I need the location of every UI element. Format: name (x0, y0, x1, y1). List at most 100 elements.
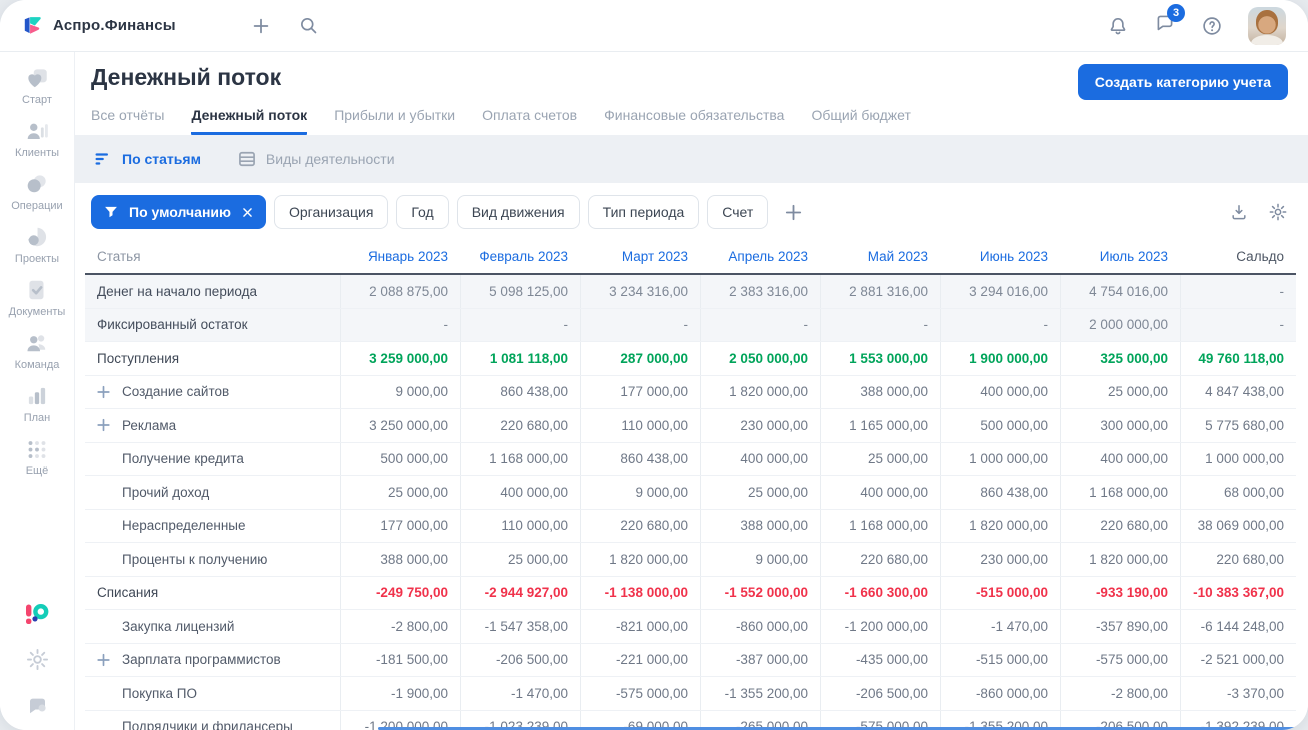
value-cell: -2 800,00 (340, 610, 460, 643)
sidebar-item-label: Проекты (14, 253, 60, 265)
value-cell: -821 000,00 (580, 610, 700, 643)
saldo-cell: 4 847 438,00 (1180, 375, 1296, 408)
table-actions (1229, 202, 1288, 222)
aspro-logo-icon[interactable] (24, 602, 50, 626)
search-icon[interactable] (298, 15, 319, 36)
user-avatar[interactable] (1248, 6, 1286, 45)
row-label-cell[interactable]: Зарплата программистов (85, 644, 340, 677)
value-cell: 230 000,00 (700, 409, 820, 442)
value-cell: 1 820 000,00 (1060, 543, 1180, 576)
create-plus-icon[interactable] (250, 15, 272, 37)
column-header-month[interactable]: Март 2023 (580, 240, 700, 273)
value-cell: 1 168 000,00 (820, 509, 940, 542)
row-label-cell[interactable]: Реклама (85, 409, 340, 442)
filter-chip-3[interactable]: Вид движения (456, 195, 580, 229)
report-tab-3[interactable]: Прибыли и убытки (334, 107, 455, 135)
row-label-cell[interactable]: Покупка ПО (85, 677, 340, 710)
row-label-cell[interactable]: Подрядчики и фрилансеры (85, 711, 340, 730)
column-header-month[interactable]: Июль 2023 (1060, 240, 1180, 273)
value-cell: -249 750,00 (340, 576, 460, 609)
expand-plus-icon[interactable] (97, 653, 110, 666)
view-tab-2[interactable]: Виды деятельности (237, 149, 395, 169)
row-label-cell[interactable]: Проценты к получению (85, 543, 340, 576)
sidebar-item-8[interactable]: Ещё (24, 436, 50, 477)
sidebar-item-1[interactable]: Старт (22, 65, 52, 106)
saldo-cell: 5 775 680,00 (1180, 409, 1296, 442)
start-icon (24, 65, 50, 91)
value-cell: 220 680,00 (820, 543, 940, 576)
column-header-article: Статья (97, 249, 141, 264)
app-window: Аспро.Финансы 3 Старт Клиенты Операции П… (0, 0, 1308, 730)
column-header-month[interactable]: Май 2023 (820, 240, 940, 273)
report-tab-6[interactable]: Общий бюджет (811, 107, 910, 135)
sidebar-item-label: Старт (22, 94, 52, 106)
value-cell: -1 900,00 (340, 677, 460, 710)
saldo-cell: 220 680,00 (1180, 543, 1296, 576)
column-header-month[interactable]: Апрель 2023 (700, 240, 820, 273)
report-tab-1[interactable]: Все отчёты (91, 107, 164, 135)
report-tab-4[interactable]: Оплата счетов (482, 107, 577, 135)
filter-chip-4[interactable]: Тип периода (587, 195, 700, 229)
value-cell: -221 000,00 (580, 643, 700, 676)
sidebar-item-2[interactable]: Клиенты (15, 118, 59, 159)
close-icon[interactable] (241, 206, 254, 219)
row-label-cell[interactable]: Нераспределенные (85, 510, 340, 543)
create-category-button[interactable]: Создать категорию учета (1077, 64, 1288, 100)
view-tab-label: По статьям (122, 151, 201, 167)
app-logo[interactable]: Аспро.Финансы (20, 13, 176, 38)
value-cell: -181 500,00 (340, 643, 460, 676)
sidebar-item-7[interactable]: План (24, 383, 50, 424)
row-label-cell[interactable]: Создание сайтов (85, 376, 340, 409)
column-header-month[interactable]: Январь 2023 (340, 240, 460, 273)
sidebar-item-3[interactable]: Операции (11, 171, 63, 212)
settings-icon[interactable] (25, 647, 50, 672)
value-cell: 220 680,00 (1060, 509, 1180, 542)
report-tab-5[interactable]: Финансовые обязательства (604, 107, 784, 135)
table-row: Поступления 3 259 000,00 1 081 118,00 287 0… (85, 342, 1296, 376)
row-label-cell[interactable]: Поступления (85, 342, 340, 375)
column-header-month[interactable]: Июнь 2023 (940, 240, 1060, 273)
row-label-cell[interactable]: Закупка лицензий (85, 610, 340, 643)
value-cell: -1 660 300,00 (820, 576, 940, 609)
filter-chip-2[interactable]: Год (396, 195, 449, 229)
filter-chip-5[interactable]: Счет (707, 195, 769, 229)
row-label-cell[interactable]: Денег на начало периода (85, 275, 340, 308)
value-cell: -2 944 927,00 (460, 576, 580, 609)
sidebar-item-5[interactable]: Документы (9, 277, 65, 318)
expand-plus-icon[interactable] (97, 385, 110, 398)
report-tab-2[interactable]: Денежный поток (191, 107, 308, 135)
row-label-cell[interactable]: Прочий доход (85, 476, 340, 509)
value-cell: - (580, 308, 700, 341)
topbar-actions: 3 (1107, 4, 1286, 45)
filter-chip-1[interactable]: Организация (273, 195, 389, 229)
team-icon (24, 330, 50, 356)
view-tab-1[interactable]: По статьям (93, 149, 201, 169)
table-row: Реклама 3 250 000,00 220 680,00 110 000,00 2… (85, 409, 1296, 443)
value-cell: 230 000,00 (940, 543, 1060, 576)
row-label-cell[interactable]: Получение кредита (85, 443, 340, 476)
gear-icon[interactable] (1268, 202, 1288, 222)
row-label-cell[interactable]: Фиксированный остаток (85, 309, 340, 342)
help-icon[interactable] (1201, 15, 1223, 37)
table-row: Фиксированный остаток - - - - - -2 000 000,00- (85, 308, 1296, 342)
value-cell: 2 050 000,00 (700, 342, 820, 375)
app-name: Аспро.Финансы (53, 17, 176, 34)
row-label-cell[interactable]: Списания (85, 577, 340, 610)
row-label: Подрядчики и фрилансеры (122, 719, 293, 730)
clients-icon (24, 118, 50, 144)
support-chat-icon[interactable] (25, 693, 50, 718)
value-cell: 400 000,00 (700, 442, 820, 475)
download-icon[interactable] (1229, 202, 1249, 222)
active-filter-pill[interactable]: По умолчанию (91, 195, 266, 229)
sidebar-item-6[interactable]: Команда (15, 330, 59, 371)
value-cell: 220 680,00 (580, 509, 700, 542)
value-cell: 300 000,00 (1060, 409, 1180, 442)
chat-button[interactable]: 3 (1154, 4, 1185, 39)
expand-plus-icon[interactable] (97, 419, 110, 432)
bell-icon[interactable] (1107, 15, 1129, 37)
add-filter-button[interactable] (782, 201, 805, 224)
value-cell: -860 000,00 (940, 677, 1060, 710)
sidebar-item-4[interactable]: Проекты (15, 224, 59, 265)
value-cell: -515 000,00 (940, 576, 1060, 609)
column-header-month[interactable]: Февраль 2023 (460, 240, 580, 273)
